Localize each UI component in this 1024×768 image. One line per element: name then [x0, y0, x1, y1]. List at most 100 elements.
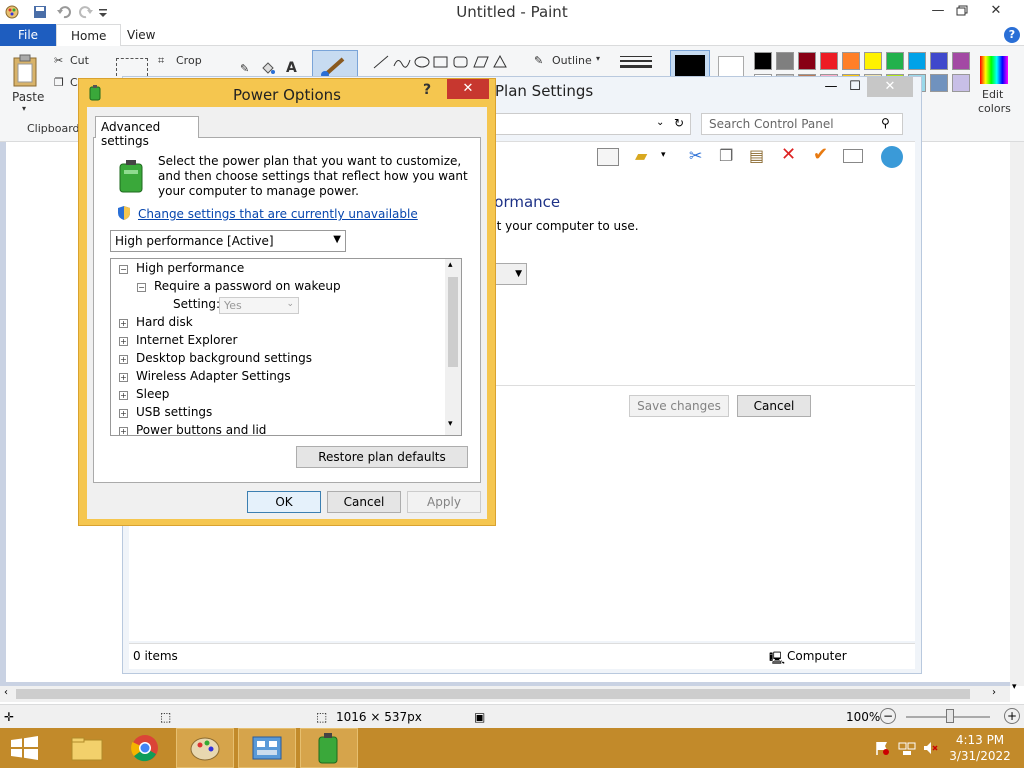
file-explorer-taskbar-button[interactable]	[58, 728, 116, 768]
color-swatch[interactable]	[864, 52, 882, 70]
po-close-button[interactable]: ✕	[447, 79, 489, 99]
network-icon[interactable]	[898, 740, 916, 759]
zoom-out-button[interactable]: −	[880, 708, 896, 724]
change-settings-link[interactable]: Change settings that are currently unava…	[138, 207, 418, 221]
globe-icon[interactable]	[881, 146, 903, 168]
delete-icon[interactable]: ✕	[781, 144, 796, 165]
rename-icon[interactable]	[843, 149, 863, 163]
copy-icon[interactable]: ❐	[719, 146, 733, 165]
edit-colors-label-1[interactable]: Edit	[982, 88, 1003, 101]
address-dropdown-icon[interactable]: ⌄	[656, 117, 664, 128]
tree-item[interactable]: + Wireless Adapter Settings	[119, 369, 291, 387]
edit-colors-label-2[interactable]: colors	[978, 102, 1011, 115]
search-icon[interactable]: ⚲	[881, 116, 890, 130]
copy-icon[interactable]: ❐	[54, 76, 64, 89]
expand-icon[interactable]: +	[119, 427, 128, 435]
paste-dropdown-icon[interactable]: ▾	[22, 104, 26, 113]
save-changes-button[interactable]: Save changes	[629, 395, 729, 417]
color-swatch[interactable]	[842, 52, 860, 70]
crop-icon[interactable]: ⌗	[158, 54, 164, 68]
cp-minimize-button[interactable]: —	[821, 77, 841, 97]
tab-file[interactable]: File	[0, 24, 56, 46]
color-swatch[interactable]	[952, 74, 970, 92]
shapes-gallery[interactable]	[372, 54, 522, 73]
zoom-in-button[interactable]: +	[1004, 708, 1020, 724]
tree-item[interactable]: + Internet Explorer	[119, 333, 237, 351]
scroll-up-icon[interactable]: ▴	[448, 260, 453, 270]
color-swatch[interactable]	[798, 52, 816, 70]
refresh-icon[interactable]: ↻	[674, 116, 684, 130]
cp-maximize-button[interactable]: ☐	[845, 77, 865, 97]
tree-item[interactable]: + Hard disk	[119, 315, 193, 333]
expand-icon[interactable]: +	[119, 319, 128, 328]
tree-scrollbar[interactable]: ▴ ▾	[445, 259, 461, 435]
cp-cancel-button[interactable]: Cancel	[737, 395, 811, 417]
cancel-button[interactable]: Cancel	[327, 491, 401, 513]
color-swatch[interactable]	[886, 52, 904, 70]
tree-item[interactable]: + Power buttons and lid	[119, 423, 266, 435]
size-button[interactable]	[620, 54, 652, 73]
layout-icon[interactable]	[597, 148, 619, 166]
cut-icon[interactable]: ✂	[689, 146, 702, 165]
pencil-icon[interactable]: ✎	[240, 62, 249, 75]
color-swatch[interactable]	[930, 74, 948, 92]
outline-dropdown[interactable]: Outline	[552, 54, 592, 67]
crop-button[interactable]: Crop	[176, 54, 202, 67]
scroll-left-icon[interactable]: ‹	[4, 687, 8, 698]
color-swatch[interactable]	[952, 52, 970, 70]
vertical-scrollbar[interactable]: ▾	[1010, 142, 1024, 692]
horizontal-scroll-thumb[interactable]	[16, 689, 970, 699]
scroll-down-icon[interactable]: ▾	[1012, 682, 1017, 692]
tab-home[interactable]: Home	[56, 24, 122, 47]
edit-colors-icon[interactable]	[980, 56, 1008, 84]
restore-plan-defaults-button[interactable]: Restore plan defaults	[296, 446, 468, 468]
outline-dropdown-arrow-icon[interactable]: ▾	[596, 54, 600, 63]
power-options-taskbar-button[interactable]	[300, 728, 358, 768]
paste-button[interactable]: Paste	[12, 90, 44, 104]
paste-icon[interactable]: ▤	[749, 146, 764, 165]
tab-advanced-settings[interactable]: Advanced settings	[95, 116, 199, 148]
checkmark-icon[interactable]: ✔	[813, 144, 828, 165]
restore-button[interactable]	[948, 0, 976, 22]
tree-item[interactable]: + USB settings	[119, 405, 212, 423]
tree-item[interactable]: − Require a password on wakeup	[137, 279, 341, 297]
action-center-flag-icon[interactable]	[874, 740, 890, 759]
color-swatch[interactable]	[776, 52, 794, 70]
power-plan-select[interactable]: High performance [Active] ▼	[110, 230, 346, 252]
collapse-icon[interactable]: −	[137, 283, 146, 292]
tab-view[interactable]: View	[113, 24, 169, 47]
cp-close-button[interactable]: ✕	[867, 77, 913, 97]
scroll-right-icon[interactable]: ›	[992, 687, 996, 698]
close-button[interactable]: ✕	[982, 0, 1010, 22]
text-tool-icon[interactable]: A	[286, 60, 297, 76]
properties-icon[interactable]: ▰	[635, 146, 647, 165]
cut-icon[interactable]: ✂	[54, 54, 63, 67]
tree-scroll-thumb[interactable]	[448, 277, 458, 367]
scroll-down-icon[interactable]: ▾	[448, 419, 453, 429]
expand-icon[interactable]: +	[119, 391, 128, 400]
volume-muted-icon[interactable]	[922, 740, 938, 759]
cut-button[interactable]: Cut	[70, 54, 89, 67]
expand-icon[interactable]: +	[119, 355, 128, 364]
tree-item[interactable]: − High performance	[119, 261, 244, 279]
color-swatch[interactable]	[908, 52, 926, 70]
expand-icon[interactable]: +	[119, 337, 128, 346]
copy-button[interactable]: C	[70, 76, 78, 89]
tree-item[interactable]: + Desktop background settings	[119, 351, 312, 369]
outline-icon[interactable]: ✎	[534, 54, 543, 67]
help-button[interactable]: ?	[1004, 27, 1020, 43]
paste-icon[interactable]	[12, 54, 40, 91]
apply-button[interactable]: Apply	[407, 491, 481, 513]
start-button[interactable]	[0, 728, 58, 768]
chrome-taskbar-button[interactable]	[116, 728, 174, 768]
tree-item[interactable]: + Sleep	[119, 387, 169, 405]
properties-dropdown-icon[interactable]: ▾	[661, 150, 666, 160]
search-input[interactable]: Search Control Panel	[701, 113, 903, 135]
system-clock[interactable]: 4:13 PM 3/31/2022	[940, 732, 1020, 764]
color-swatch[interactable]	[930, 52, 948, 70]
horizontal-scrollbar[interactable]: ‹ ›	[0, 686, 1010, 702]
paint-taskbar-button[interactable]	[176, 728, 234, 768]
color-swatch[interactable]	[820, 52, 838, 70]
ok-button[interactable]: OK	[247, 491, 321, 513]
expand-icon[interactable]: +	[119, 409, 128, 418]
